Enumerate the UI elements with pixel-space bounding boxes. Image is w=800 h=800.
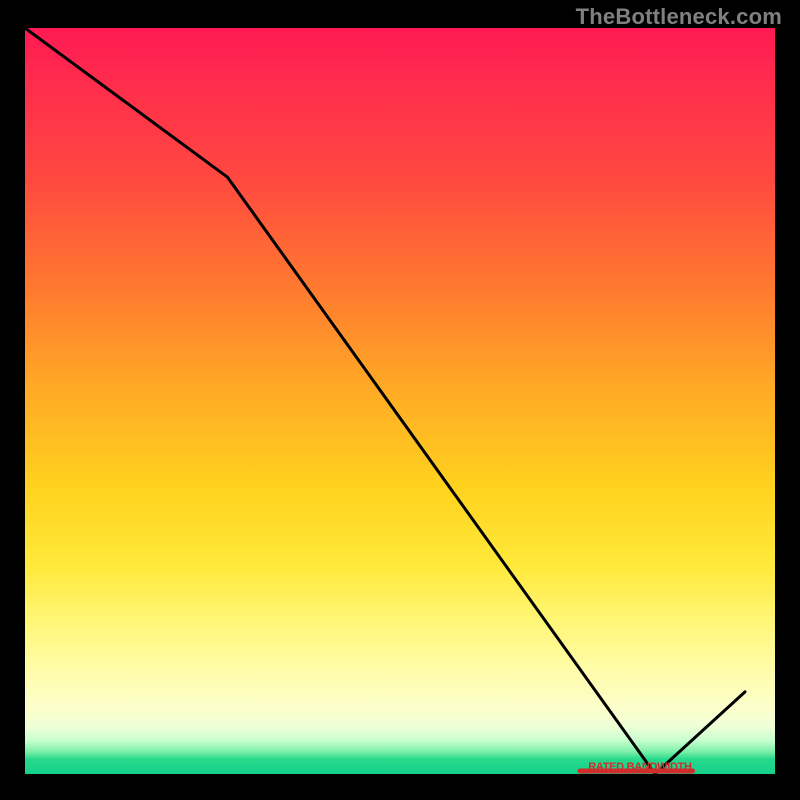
watermark-text: TheBottleneck.com	[576, 4, 782, 30]
plot-area: RATED BANDWIDTH	[25, 28, 775, 774]
data-line	[25, 28, 775, 774]
chart-frame: TheBottleneck.com RATED BANDWIDTH	[0, 0, 800, 800]
